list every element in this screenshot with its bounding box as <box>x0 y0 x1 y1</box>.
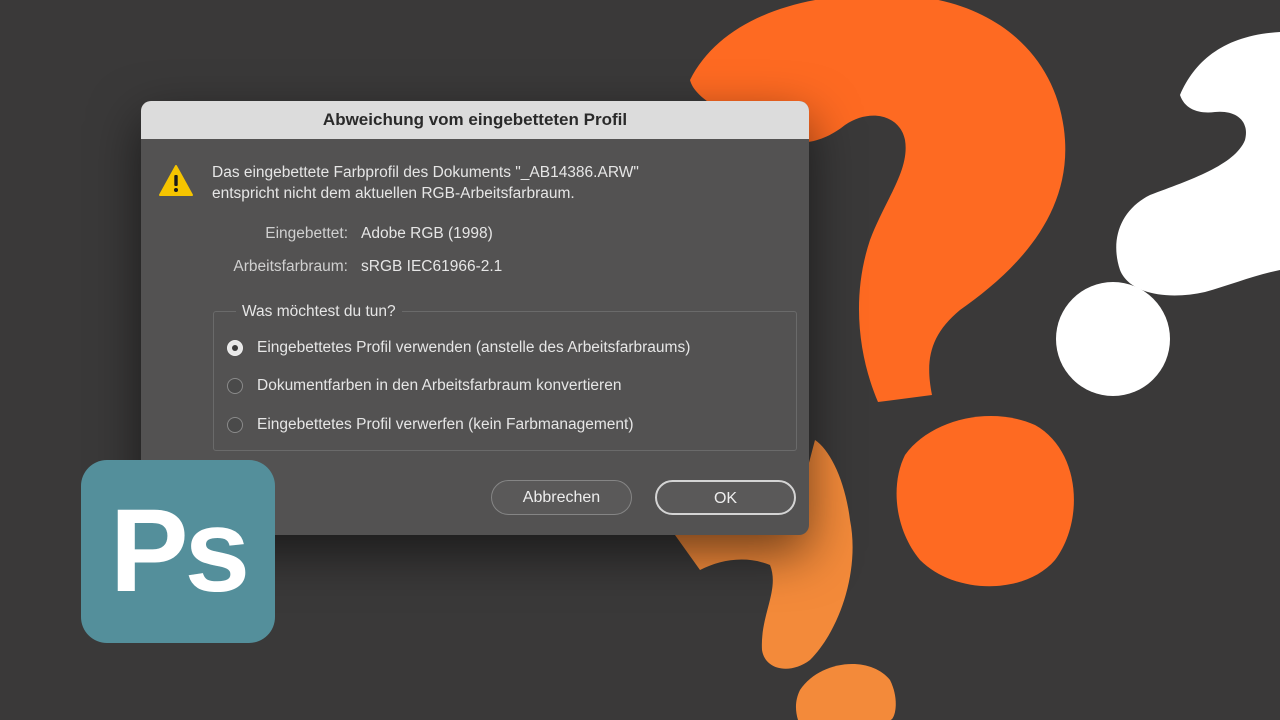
white-question-mark-dot <box>1056 282 1170 396</box>
working-space-value: sRGB IEC61966-2.1 <box>361 258 503 275</box>
warning-icon <box>159 165 193 196</box>
light-orange-question-mark-dot <box>795 663 896 720</box>
orange-question-mark-dot <box>896 416 1074 587</box>
photoshop-logo: Ps <box>81 460 275 643</box>
photoshop-logo-text: Ps <box>109 485 250 617</box>
dialog-message: Das eingebettete Farbprofil des Dokument… <box>212 162 782 204</box>
radio-button[interactable] <box>227 378 243 394</box>
option-label: Eingebettetes Profil verwerfen (kein Far… <box>257 416 634 433</box>
ok-button[interactable]: OK <box>655 480 796 515</box>
cancel-button[interactable]: Abbrechen <box>491 480 632 515</box>
option-discard-profile[interactable]: Eingebettetes Profil verwerfen (kein Far… <box>227 413 634 437</box>
embedded-profile-value: Adobe RGB (1998) <box>361 225 493 242</box>
embedded-profile-label: Eingebettet: <box>265 225 348 242</box>
white-question-mark-hook <box>1116 32 1280 296</box>
radio-button-selected[interactable] <box>227 340 243 356</box>
option-use-embedded[interactable]: Eingebettetes Profil verwenden (anstelle… <box>227 336 690 360</box>
option-label: Dokumentfarben in den Arbeitsfarbraum ko… <box>257 377 622 394</box>
action-options-title: Was möchtest du tun? <box>236 301 402 323</box>
message-line-1: Das eingebettete Farbprofil des Dokument… <box>212 164 639 181</box>
dialog-title: Abweichung vom eingebetteten Profil <box>141 101 809 139</box>
option-label: Eingebettetes Profil verwenden (anstelle… <box>257 339 691 356</box>
message-line-2: entspricht nicht dem aktuellen RGB-Arbei… <box>212 185 575 202</box>
working-space-label: Arbeitsfarbraum: <box>233 258 348 275</box>
radio-button[interactable] <box>227 417 243 433</box>
option-convert-colors[interactable]: Dokumentfarben in den Arbeitsfarbraum ko… <box>227 374 621 398</box>
